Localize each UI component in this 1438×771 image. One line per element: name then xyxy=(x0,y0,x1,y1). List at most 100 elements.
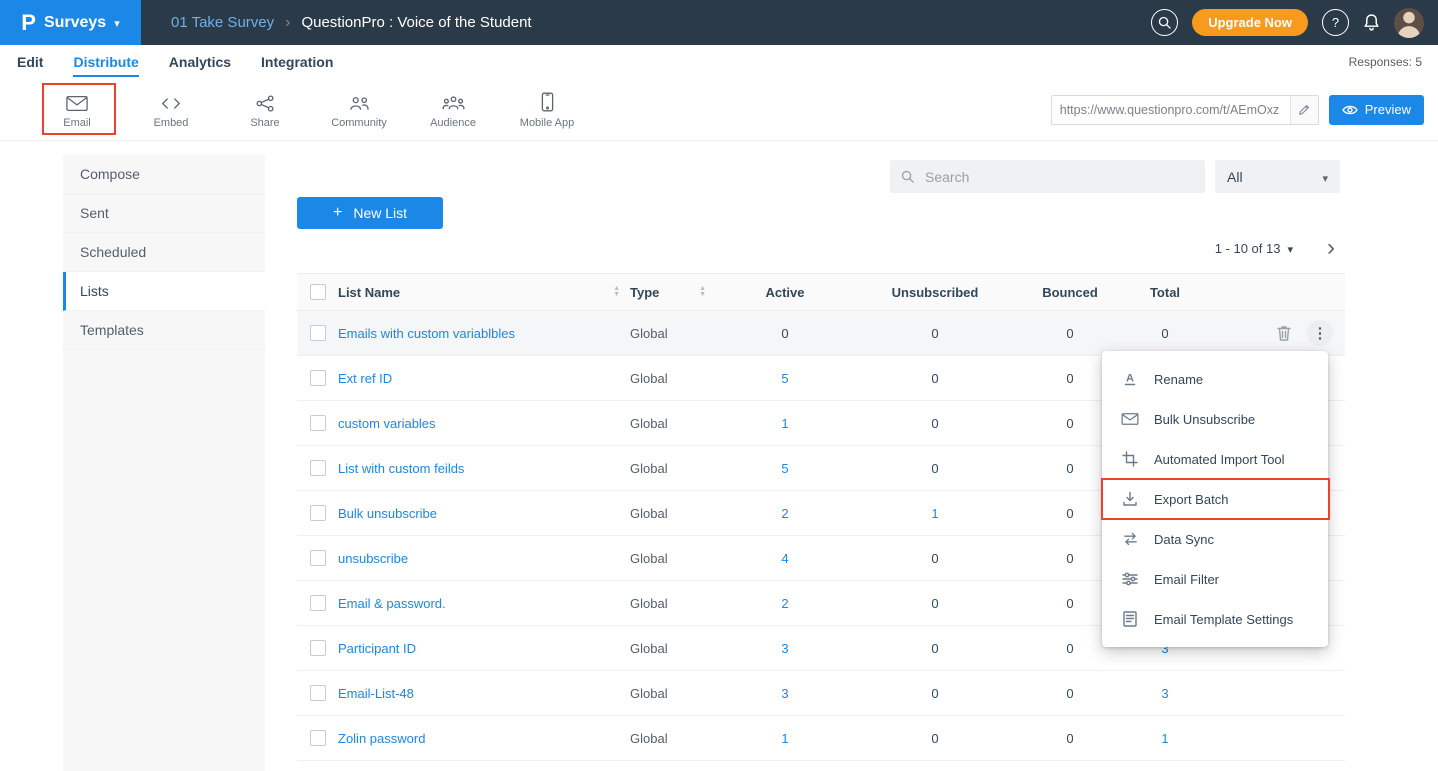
list-name-link[interactable]: Bulk unsubscribe xyxy=(338,506,437,521)
unsubscribed-count[interactable]: 0 xyxy=(850,416,1020,431)
select-all-checkbox[interactable] xyxy=(310,284,326,300)
active-count[interactable]: 2 xyxy=(720,506,850,521)
data-sync-icon xyxy=(1121,532,1139,546)
row-checkbox[interactable] xyxy=(310,415,326,431)
unsubscribed-count[interactable]: 0 xyxy=(850,686,1020,701)
product-switcher[interactable]: P Surveys xyxy=(0,0,141,45)
context-menu-item[interactable]: Data Sync xyxy=(1102,519,1328,559)
context-menu-item[interactable]: A Rename xyxy=(1102,359,1328,399)
toolbar-item[interactable]: Audience xyxy=(406,90,500,129)
row-checkbox[interactable] xyxy=(310,325,326,341)
sidebar-item[interactable]: Compose xyxy=(63,155,265,194)
list-name-link[interactable]: List with custom feilds xyxy=(338,461,464,476)
active-count[interactable]: 3 xyxy=(720,641,850,656)
row-checkbox[interactable] xyxy=(310,640,326,656)
row-menu-button[interactable] xyxy=(1307,320,1333,346)
table-row[interactable]: Zolin password Global 1 0 0 1 xyxy=(297,716,1345,761)
nav-tab[interactable]: Integration xyxy=(261,47,333,77)
list-name-link[interactable]: Email-List-48 xyxy=(338,686,414,701)
toolbar-item[interactable]: Email xyxy=(30,90,124,129)
row-checkbox[interactable] xyxy=(310,505,326,521)
bounced-count[interactable]: 0 xyxy=(1020,731,1120,746)
toolbar-item[interactable]: Share xyxy=(218,90,312,129)
context-menu-item[interactable]: Bulk Unsubscribe xyxy=(1102,399,1328,439)
list-name-link[interactable]: custom variables xyxy=(338,416,436,431)
new-list-button[interactable]: New List xyxy=(297,197,443,229)
unsubscribed-count[interactable]: 0 xyxy=(850,731,1020,746)
list-name-link[interactable]: Emails with custom variablbles xyxy=(338,326,515,341)
distribute-channels: Email Embed Share Community Audience Mob… xyxy=(0,90,594,129)
active-count[interactable]: 1 xyxy=(720,416,850,431)
preview-button[interactable]: Preview xyxy=(1329,95,1424,125)
delete-button[interactable] xyxy=(1277,325,1291,341)
pagination-range-dropdown[interactable]: 1 - 10 of 13 xyxy=(1215,241,1293,256)
active-count[interactable]: 5 xyxy=(720,371,850,386)
header-list-name[interactable]: List Name xyxy=(338,285,630,300)
sort-icon[interactable] xyxy=(613,286,620,298)
header-type[interactable]: Type xyxy=(630,285,720,300)
list-name-link[interactable]: unsubscribe xyxy=(338,551,408,566)
row-checkbox[interactable] xyxy=(310,730,326,746)
toolbar-item[interactable]: Mobile App xyxy=(500,90,594,129)
unsubscribed-count[interactable]: 1 xyxy=(850,506,1020,521)
toolbar-item[interactable]: Embed xyxy=(124,90,218,129)
breadcrumb-survey-link[interactable]: 01 Take Survey xyxy=(171,14,274,31)
unsubscribed-count[interactable]: 0 xyxy=(850,461,1020,476)
list-name-link[interactable]: Email & password. xyxy=(338,596,446,611)
sidebar-item[interactable]: Templates xyxy=(63,311,265,350)
nav-tab[interactable]: Analytics xyxy=(169,47,231,77)
search-input[interactable] xyxy=(923,168,1194,186)
unsubscribed-count[interactable]: 0 xyxy=(850,551,1020,566)
total-count[interactable]: 3 xyxy=(1120,686,1210,701)
context-menu-item[interactable]: Email Template Settings xyxy=(1102,599,1328,639)
sort-icon[interactable] xyxy=(699,286,706,298)
active-count[interactable]: 2 xyxy=(720,596,850,611)
toolbar-item[interactable]: Community xyxy=(312,90,406,129)
next-page-button[interactable] xyxy=(1327,239,1335,258)
sidebar-item[interactable]: Scheduled xyxy=(63,233,265,272)
list-name-link[interactable]: Ext ref ID xyxy=(338,371,392,386)
import-tool-icon xyxy=(1121,451,1139,467)
nav-tab[interactable]: Edit xyxy=(17,47,43,77)
active-count[interactable]: 5 xyxy=(720,461,850,476)
total-count[interactable]: 1 xyxy=(1120,731,1210,746)
context-menu-item[interactable]: Email Filter xyxy=(1102,559,1328,599)
row-checkbox[interactable] xyxy=(310,550,326,566)
active-count[interactable]: 4 xyxy=(720,551,850,566)
row-checkbox[interactable] xyxy=(310,370,326,386)
sidebar-item-label: Sent xyxy=(80,205,109,221)
survey-url-input[interactable] xyxy=(1052,103,1290,117)
list-name-link[interactable]: Participant ID xyxy=(338,641,416,656)
header-active: Active xyxy=(720,285,850,300)
unsubscribed-count[interactable]: 0 xyxy=(850,596,1020,611)
row-checkbox[interactable] xyxy=(310,595,326,611)
sidebar-item[interactable]: Lists xyxy=(63,272,265,311)
sidebar-item[interactable]: Sent xyxy=(63,194,265,233)
active-count[interactable]: 0 xyxy=(720,326,850,341)
search-button[interactable] xyxy=(1151,9,1178,36)
nav-tab[interactable]: Distribute xyxy=(73,47,138,77)
unsubscribed-count[interactable]: 0 xyxy=(850,326,1020,341)
bounced-count[interactable]: 0 xyxy=(1020,686,1120,701)
rename-icon: A xyxy=(1121,371,1139,387)
active-count[interactable]: 1 xyxy=(720,731,850,746)
row-checkbox[interactable] xyxy=(310,685,326,701)
active-count[interactable]: 3 xyxy=(720,686,850,701)
table-row[interactable]: Emails with custom variablbles Global 0 … xyxy=(297,311,1345,356)
chevron-down-icon xyxy=(114,14,120,32)
bounced-count[interactable]: 0 xyxy=(1020,326,1120,341)
total-count[interactable]: 0 xyxy=(1120,326,1210,341)
unsubscribed-count[interactable]: 0 xyxy=(850,641,1020,656)
avatar[interactable] xyxy=(1394,8,1424,38)
help-button[interactable]: ? xyxy=(1322,9,1349,36)
upgrade-button[interactable]: Upgrade Now xyxy=(1192,9,1308,36)
context-menu-item[interactable]: Automated Import Tool xyxy=(1102,439,1328,479)
table-row[interactable]: Email-List-48 Global 3 0 0 3 xyxy=(297,671,1345,716)
context-menu-item[interactable]: Export Batch xyxy=(1102,479,1328,519)
notifications-button[interactable] xyxy=(1363,13,1380,32)
list-name-link[interactable]: Zolin password xyxy=(338,731,425,746)
unsubscribed-count[interactable]: 0 xyxy=(850,371,1020,386)
edit-url-button[interactable] xyxy=(1290,96,1318,124)
row-checkbox[interactable] xyxy=(310,460,326,476)
list-filter-dropdown[interactable]: All xyxy=(1215,160,1340,193)
